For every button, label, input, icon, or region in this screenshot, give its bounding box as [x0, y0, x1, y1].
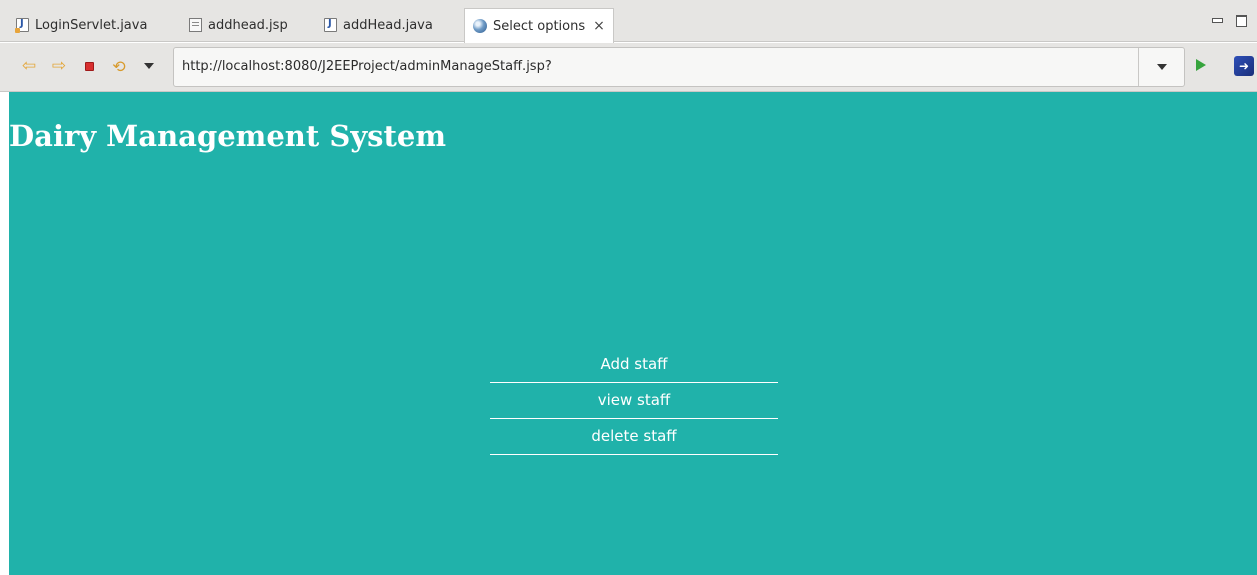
delete-staff-link[interactable]: delete staff [490, 419, 778, 455]
close-tab-icon[interactable]: × [593, 18, 605, 34]
tab-addhead-jsp[interactable]: addhead.jsp [181, 8, 288, 42]
java-file-icon [324, 18, 337, 32]
tab-label: LoginServlet.java [35, 17, 148, 33]
history-dropdown-button[interactable] [140, 57, 158, 75]
go-icon[interactable] [1196, 59, 1206, 71]
add-staff-link[interactable]: Add staff [490, 347, 778, 383]
editor-tab-bar: LoginServlet.java addhead.jsp addHead.ja… [0, 0, 1257, 43]
chevron-down-icon [1156, 64, 1167, 70]
window-controls [1211, 14, 1247, 27]
maximize-icon[interactable] [1235, 14, 1247, 27]
forward-button[interactable]: ⇨ [50, 57, 68, 75]
globe-icon [473, 19, 487, 33]
url-dropdown-button[interactable] [1138, 48, 1184, 86]
minimize-icon[interactable] [1211, 14, 1223, 26]
page-title: Dairy Management System [9, 119, 447, 153]
forward-arrow-icon: ⇨ [51, 56, 67, 76]
tab-label: Select options [493, 18, 586, 34]
tab-select-options[interactable]: Select options × [464, 8, 614, 43]
url-bar[interactable]: http://localhost:8080/J2EEProject/adminM… [173, 47, 1185, 87]
back-button[interactable]: ⇦ [20, 57, 38, 75]
tab-addhead-java[interactable]: addHead.java [316, 8, 433, 42]
url-text[interactable]: http://localhost:8080/J2EEProject/adminM… [182, 59, 552, 74]
view-staff-link[interactable]: view staff [490, 383, 778, 419]
back-arrow-icon: ⇦ [21, 56, 37, 76]
browser-toolbar: ⇦ ⇨ ⟲ http://localhost:8080/J2EEProject/… [0, 43, 1257, 92]
stop-icon [84, 61, 94, 71]
page-content: Dairy Management System Add staff view s… [9, 92, 1257, 575]
java-file-warning-icon [15, 18, 29, 33]
refresh-icon: ⟲ [112, 56, 126, 76]
tab-label: addHead.java [343, 17, 433, 33]
chevron-down-icon [144, 63, 154, 69]
jsp-file-icon [189, 18, 202, 32]
tab-label: addhead.jsp [208, 17, 288, 33]
stop-button[interactable] [80, 57, 98, 75]
open-external-icon[interactable]: ➜ [1234, 56, 1254, 76]
tab-loginservlet-java[interactable]: LoginServlet.java [8, 8, 147, 42]
refresh-button[interactable]: ⟲ [110, 56, 128, 76]
staff-menu: Add staff view staff delete staff [490, 347, 778, 455]
